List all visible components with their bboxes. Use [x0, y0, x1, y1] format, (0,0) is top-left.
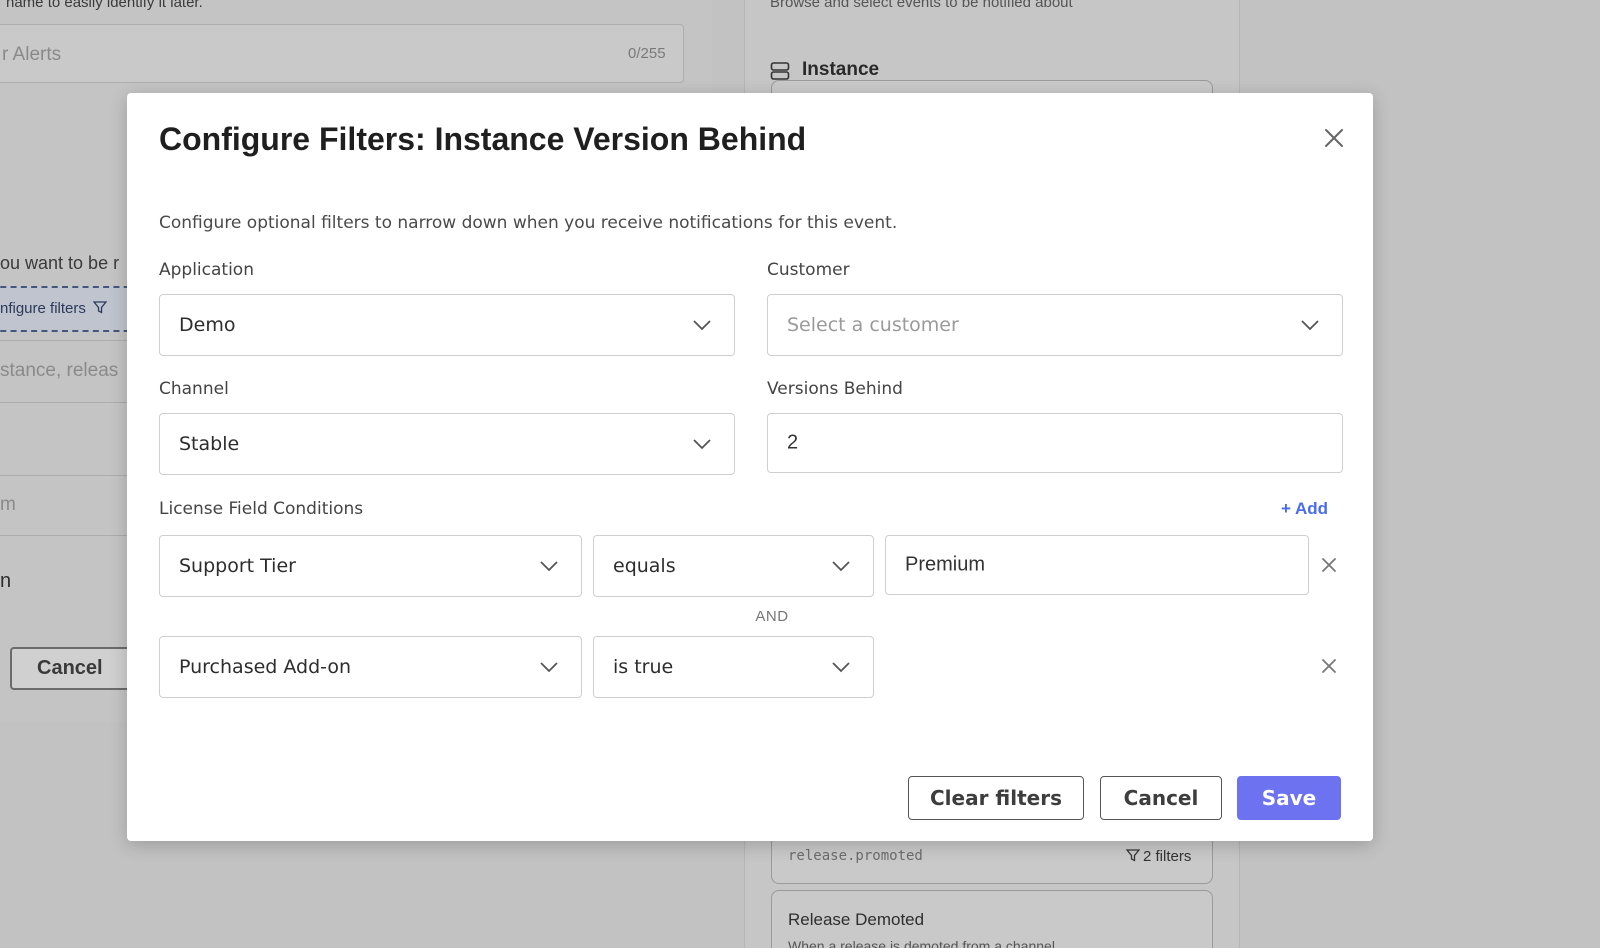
condition-operator-select[interactable]: equals	[593, 535, 874, 597]
versions-behind-input[interactable]: 2	[767, 413, 1343, 473]
save-button[interactable]: Save	[1237, 776, 1341, 820]
modal-description: Configure optional filters to narrow dow…	[159, 213, 898, 233]
customer-select[interactable]: Select a customer	[767, 294, 1343, 356]
chevron-down-icon	[832, 662, 850, 673]
chevron-down-icon	[540, 662, 558, 673]
background-name-counter: 0/255	[628, 45, 666, 62]
background-hint-text: name to easily identify it later.	[6, 0, 203, 11]
background-partial-text: n	[0, 570, 12, 592]
remove-condition-icon[interactable]	[1320, 556, 1338, 574]
condition-field-value: Purchased Add-on	[179, 656, 352, 678]
application-value: Demo	[179, 314, 236, 336]
cancel-button[interactable]: Cancel	[1100, 776, 1222, 820]
chevron-down-icon	[832, 561, 850, 572]
add-condition-button[interactable]: + Add	[1281, 499, 1328, 519]
background-configure-filters-label: nfigure filters	[0, 300, 86, 317]
license-conditions-label: License Field Conditions	[159, 499, 364, 519]
condition-operator-value: equals	[613, 555, 676, 577]
channel-label: Channel	[159, 379, 229, 399]
condition-field-select[interactable]: Support Tier	[159, 535, 582, 597]
condition-value-text: Premium	[905, 553, 986, 576]
background-divider	[0, 340, 140, 341]
background-filters-badge: 2 filters	[1125, 848, 1192, 865]
chevron-down-icon	[540, 561, 558, 572]
configure-filters-modal: Configure Filters: Instance Version Behi…	[127, 93, 1373, 841]
customer-placeholder: Select a customer	[787, 314, 959, 336]
chevron-down-icon	[693, 320, 711, 331]
background-notify-text: ou want to be r	[0, 253, 120, 273]
background-filters-badge-label: 2 filters	[1143, 848, 1192, 865]
background-divider	[0, 535, 140, 536]
filter-icon	[92, 301, 108, 314]
condition-value-input[interactable]: Premium	[885, 535, 1309, 595]
chevron-down-icon	[693, 439, 711, 450]
condition-joiner: AND	[755, 608, 789, 625]
background-name-input	[0, 24, 684, 83]
background-partial-text: m	[0, 494, 16, 515]
application-select[interactable]: Demo	[159, 294, 735, 356]
condition-field-value: Support Tier	[179, 555, 296, 577]
customer-label: Customer	[767, 260, 850, 280]
application-label: Application	[159, 260, 254, 280]
background-event-code: release.promoted	[788, 848, 923, 864]
background-event-title: Release Demoted	[788, 910, 925, 929]
background-search-placeholder: stance, releas	[0, 360, 119, 381]
modal-title: Configure Filters: Instance Version Behi…	[159, 121, 807, 157]
server-icon	[770, 62, 790, 80]
condition-field-select[interactable]: Purchased Add-on	[159, 636, 582, 698]
close-icon[interactable]	[1319, 123, 1349, 153]
channel-select[interactable]: Stable	[159, 413, 735, 475]
background-configure-filters-link: nfigure filters	[0, 300, 108, 317]
versions-behind-value: 2	[787, 431, 799, 454]
background-divider	[0, 475, 140, 476]
background-name-placeholder: r Alerts	[2, 44, 62, 65]
remove-condition-icon[interactable]	[1320, 657, 1338, 675]
background-browse-text: Browse and select events to be notified …	[770, 0, 1073, 11]
background-instance-heading: Instance	[802, 59, 880, 80]
condition-operator-value: is true	[613, 656, 674, 678]
clear-filters-button[interactable]: Clear filters	[908, 776, 1084, 820]
filter-icon	[1125, 849, 1141, 862]
background-event-description: When a release is demoted from a channel	[788, 938, 1055, 948]
background-cancel-button: Cancel	[10, 647, 140, 690]
background-divider	[0, 402, 140, 403]
versions-behind-label: Versions Behind	[767, 379, 903, 399]
chevron-down-icon	[1301, 320, 1319, 331]
channel-value: Stable	[179, 433, 240, 455]
condition-operator-select[interactable]: is true	[593, 636, 874, 698]
